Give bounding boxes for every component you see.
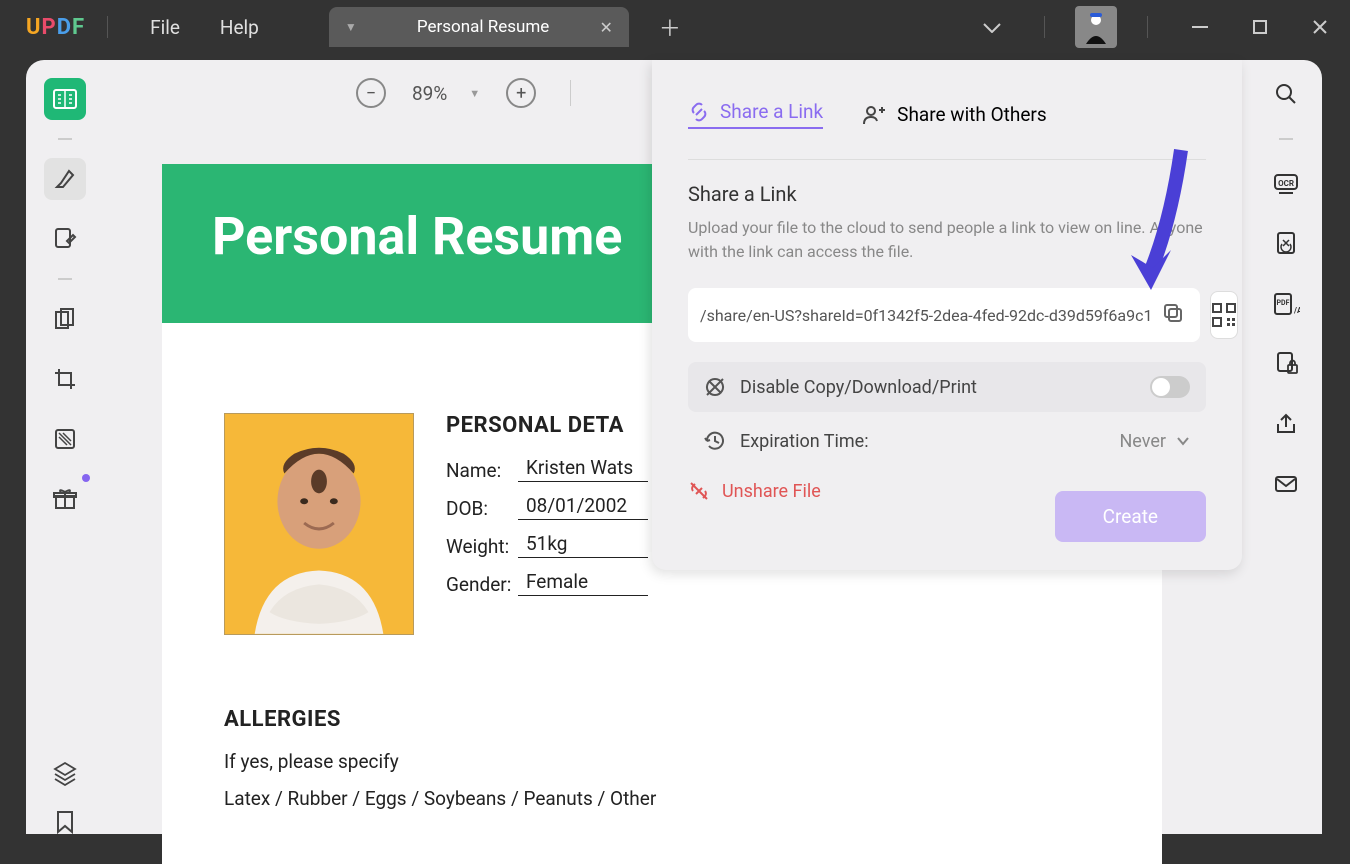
window-close-icon[interactable] <box>1290 7 1350 47</box>
tab-close-icon[interactable]: ✕ <box>599 18 612 37</box>
dob-value: 08/01/2002 <box>518 494 648 520</box>
expiration-value[interactable]: Never <box>1119 431 1190 452</box>
share-icon[interactable] <box>1270 408 1302 440</box>
pages-tool[interactable] <box>44 298 86 340</box>
bookmark-tool[interactable] <box>56 810 74 834</box>
search-icon[interactable] <box>1270 78 1302 110</box>
tab-share-others[interactable]: Share with Others <box>863 103 1047 126</box>
share-panel: Share a Link Share with Others Share a L… <box>652 60 1242 570</box>
tab-title: Personal Resume <box>387 17 580 37</box>
share-link-text[interactable]: /share/en-US?shareId=0f1342f5-2dea-4fed-… <box>700 306 1152 325</box>
svg-text:/A: /A <box>1293 306 1300 315</box>
disable-copy-toggle[interactable] <box>1150 376 1190 398</box>
resume-photo <box>224 413 414 635</box>
menu-file[interactable]: File <box>130 16 200 39</box>
pdfa-icon[interactable]: PDF/A <box>1270 288 1302 320</box>
share-description: Upload your file to the cloud to send pe… <box>688 216 1206 264</box>
share-link-box: /share/en-US?shareId=0f1342f5-2dea-4fed-… <box>688 288 1200 342</box>
document-tab[interactable]: ▼ Personal Resume ✕ <box>329 7 629 47</box>
name-value: Kristen Wats <box>518 456 648 482</box>
allergies-list: Latex / Rubber / Eggs / Soybeans / Peanu… <box>224 787 1100 810</box>
convert-icon[interactable] <box>1270 228 1302 260</box>
allergies-question: If yes, please specify <box>224 750 1100 773</box>
weight-value: 51kg <box>518 532 648 558</box>
crop-tool[interactable] <box>44 358 86 400</box>
svg-text:PDF: PDF <box>1277 299 1290 307</box>
protect-icon[interactable] <box>1270 348 1302 380</box>
email-icon[interactable] <box>1270 468 1302 500</box>
create-button[interactable]: Create <box>1055 491 1206 542</box>
weight-label: Weight: <box>446 535 518 558</box>
svg-text:OCR: OCR <box>1278 179 1294 188</box>
layers-tool[interactable] <box>52 760 78 786</box>
tab-share-link[interactable]: Share a Link <box>688 100 823 129</box>
name-label: Name: <box>446 459 518 482</box>
qr-code-button[interactable] <box>1210 291 1238 339</box>
menu-help[interactable]: Help <box>200 16 279 39</box>
share-heading: Share a Link <box>688 182 1206 206</box>
user-avatar[interactable] <box>1075 6 1117 48</box>
reader-tool[interactable] <box>44 78 86 120</box>
gift-tool[interactable] <box>44 478 86 520</box>
unlink-icon <box>688 480 710 502</box>
disable-copy-row: Disable Copy/Download/Print <box>688 362 1206 412</box>
history-icon <box>704 430 726 452</box>
watermark-tool[interactable] <box>44 418 86 460</box>
ocr-icon[interactable]: OCR <box>1270 168 1302 200</box>
expiration-row: Expiration Time: Never <box>688 416 1206 466</box>
tab-dropdown-icon[interactable]: ▼ <box>345 20 357 34</box>
disable-icon <box>704 376 726 398</box>
new-tab-button[interactable]: ＋ <box>659 11 681 43</box>
edit-tool[interactable] <box>44 218 86 260</box>
people-icon <box>863 104 887 126</box>
zoom-value: 89% <box>412 82 447 105</box>
zoom-out-button[interactable]: − <box>356 78 386 108</box>
window-minimize-icon[interactable] <box>1170 7 1230 47</box>
chevron-down-icon <box>1176 436 1190 446</box>
link-icon <box>688 101 710 123</box>
copy-link-button[interactable] <box>1162 302 1188 328</box>
gender-value: Female <box>518 570 648 596</box>
window-maximize-icon[interactable] <box>1230 7 1290 47</box>
section-personal-heading: PERSONAL DETA <box>446 413 648 438</box>
highlighter-tool[interactable] <box>44 158 86 200</box>
app-logo: UPDF <box>26 15 85 40</box>
zoom-dropdown-icon[interactable]: ▼ <box>469 87 480 100</box>
tabs-overflow-icon[interactable] <box>962 7 1022 47</box>
dob-label: DOB: <box>446 497 518 520</box>
zoom-in-button[interactable]: + <box>506 78 536 108</box>
allergies-heading: ALLERGIES <box>224 707 1100 732</box>
gender-label: Gender: <box>446 573 518 596</box>
